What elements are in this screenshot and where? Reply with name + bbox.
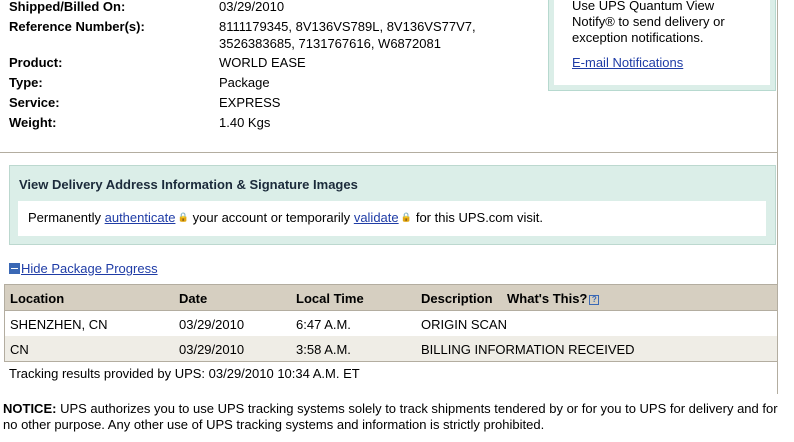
authenticate-message: Permanently authenticate 🔒 your account or… bbox=[18, 201, 766, 236]
notice-body: UPS authorizes you to use UPS tracking s… bbox=[3, 401, 778, 432]
table-header: Location Date Local Time Description Wha… bbox=[5, 285, 777, 311]
row-date: 03/29/2010 bbox=[179, 342, 245, 357]
header-description: Description bbox=[421, 291, 493, 306]
detail-value: 8111179345, 8V136VS789L, 8V136VS77V7, bbox=[219, 19, 476, 34]
row-time: 3:58 A.M. bbox=[296, 342, 351, 357]
detail-label: Shipped/Billed On: bbox=[9, 0, 126, 14]
header-date: Date bbox=[179, 291, 208, 306]
detail-label: Service: bbox=[9, 95, 60, 110]
detail-value: 3526383685, 7131767616, W6872081 bbox=[219, 36, 441, 51]
notify-content: Use UPS Quantum View Notify® to send del… bbox=[554, 0, 770, 85]
header-local-time: Local Time bbox=[296, 291, 364, 306]
detail-value: EXPRESS bbox=[219, 95, 281, 110]
whats-this-label[interactable]: What's This? bbox=[507, 291, 587, 306]
tracking-detail-panel: Shipped/Billed On: 03/29/2010 Reference … bbox=[0, 0, 778, 394]
table-row: CN 03/29/2010 3:58 A.M. BILLING INFORMAT… bbox=[5, 336, 777, 361]
notice-label: NOTICE: bbox=[3, 401, 57, 416]
quantum-view-notify-box: Use UPS Quantum View Notify® to send del… bbox=[548, 0, 776, 91]
hide-package-progress-link[interactable]: Hide Package Progress bbox=[9, 261, 158, 276]
message-text: Permanently bbox=[28, 210, 101, 225]
detail-label: Reference Number(s): bbox=[9, 19, 145, 34]
delivery-address-title: View Delivery Address Information & Sign… bbox=[19, 177, 358, 192]
detail-value: WORLD EASE bbox=[219, 55, 306, 70]
message-text: for this UPS.com visit. bbox=[415, 210, 543, 225]
table-row: SHENZHEN, CN 03/29/2010 6:47 A.M. ORIGIN… bbox=[5, 311, 777, 336]
row-description: ORIGIN SCAN bbox=[421, 317, 507, 332]
detail-value: 1.40 Kgs bbox=[219, 115, 271, 130]
hide-progress-label: Hide Package Progress bbox=[21, 261, 158, 276]
package-progress-table: Location Date Local Time Description Wha… bbox=[4, 284, 778, 362]
detail-value: 03/29/2010 bbox=[219, 0, 285, 14]
row-description: BILLING INFORMATION RECEIVED bbox=[421, 342, 635, 357]
lock-icon: 🔒 bbox=[177, 212, 189, 222]
row-time: 6:47 A.M. bbox=[296, 317, 351, 332]
notice-text: NOTICE: UPS authorizes you to use UPS tr… bbox=[3, 401, 783, 433]
divider bbox=[0, 152, 778, 153]
notify-text-line: Notify® to send delivery or bbox=[572, 14, 725, 29]
header-whats-this[interactable]: What's This?? bbox=[507, 291, 600, 306]
notify-text-line: exception notifications. bbox=[572, 30, 704, 45]
notify-text-line: Use UPS Quantum View bbox=[572, 0, 715, 13]
lock-icon: 🔒 bbox=[400, 212, 412, 222]
validate-link[interactable]: validate bbox=[354, 210, 399, 225]
header-location: Location bbox=[10, 291, 65, 306]
help-icon[interactable]: ? bbox=[589, 295, 600, 305]
collapse-icon bbox=[9, 263, 20, 274]
message-text: your account or temporarily bbox=[192, 210, 351, 225]
detail-value: Package bbox=[219, 75, 270, 90]
row-location: SHENZHEN, CN bbox=[10, 317, 108, 332]
tracking-provided-by: Tracking results provided by UPS: 03/29/… bbox=[9, 366, 360, 381]
row-location: CN bbox=[10, 342, 29, 357]
authenticate-link[interactable]: authenticate bbox=[105, 210, 176, 225]
email-notifications-link[interactable]: E-mail Notifications bbox=[572, 55, 683, 71]
delivery-address-box: View Delivery Address Information & Sign… bbox=[9, 165, 776, 245]
row-date: 03/29/2010 bbox=[179, 317, 245, 332]
detail-label: Weight: bbox=[9, 115, 57, 130]
detail-label: Type: bbox=[9, 75, 43, 90]
detail-label: Product: bbox=[9, 55, 63, 70]
